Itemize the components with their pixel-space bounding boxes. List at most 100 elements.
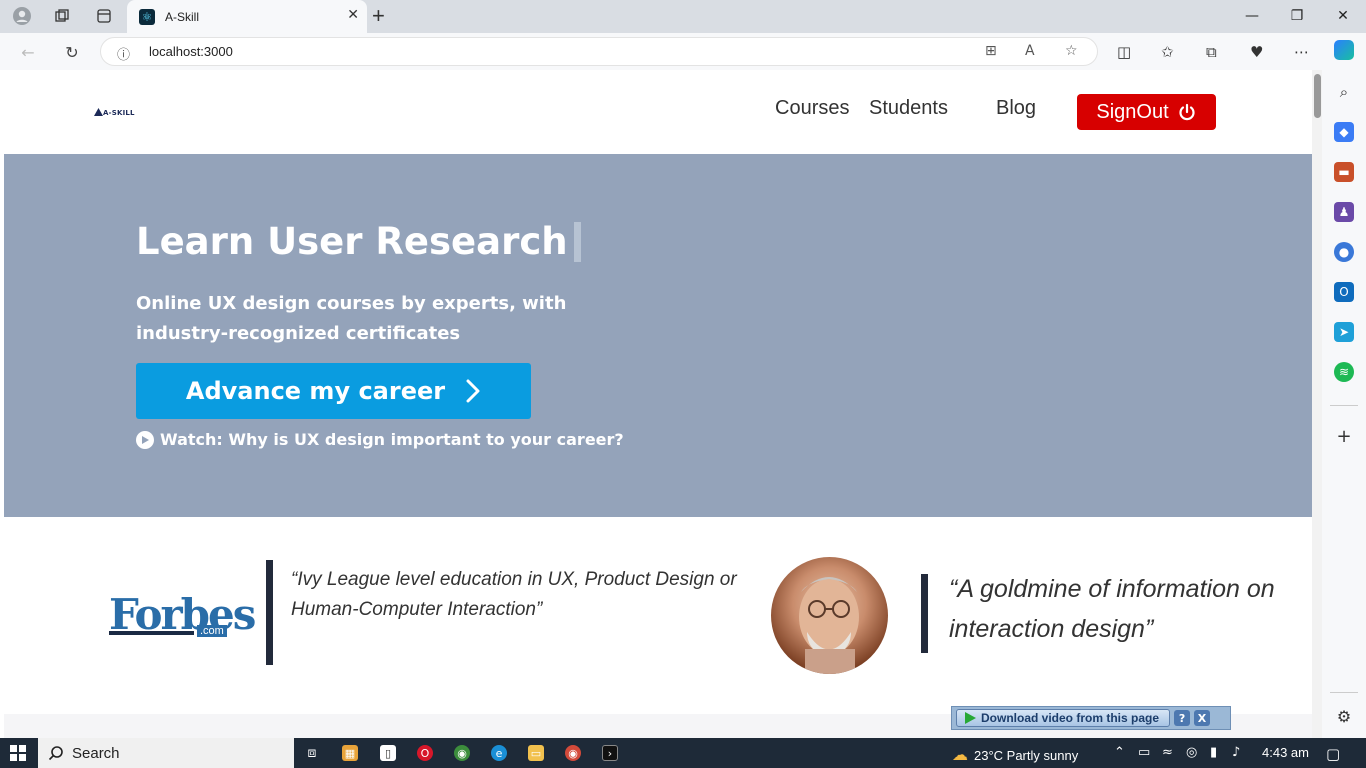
hero-title-text: Learn User Research [136, 220, 568, 263]
browser-tab[interactable]: ⚛ A-Skill ✕ [127, 0, 367, 33]
nav-blog[interactable]: Blog [996, 97, 1036, 120]
sidebar-divider-2 [1330, 692, 1358, 693]
forbes-quote: “Ivy League level education in UX, Produ… [291, 569, 737, 620]
forbes-underline [109, 631, 194, 635]
quote-divider-2 [921, 574, 928, 653]
download-video-bar: Download video from this page ? X [951, 706, 1231, 730]
windows-start-icon[interactable] [10, 745, 26, 765]
search-icon[interactable]: ⌕ [1334, 82, 1354, 102]
download-label: Download video from this page [981, 711, 1160, 725]
battery-icon[interactable]: ▭ [1138, 745, 1150, 760]
browser-toolbar: ← ↻ ⓘ localhost:3000 ⊞ A ☆ ◫ ✩ ⧉ ♥ ⋯ [0, 33, 1366, 70]
signout-button[interactable]: SignOut [1077, 94, 1216, 130]
download-help-icon[interactable]: ? [1174, 710, 1191, 726]
power-icon [1179, 103, 1195, 121]
tab-title: A-Skill [165, 9, 200, 24]
site-info-icon[interactable]: ⓘ [117, 44, 130, 63]
collections-icon[interactable]: ⧉ [1206, 43, 1217, 61]
tray-chevron-up-icon[interactable]: ⌃ [1114, 745, 1125, 760]
opera-icon[interactable]: O [417, 745, 433, 761]
tools-briefcase-icon[interactable]: ▬ [1334, 162, 1354, 182]
press-section: Forbes .com “Ivy League level education … [4, 517, 1312, 717]
wifi-icon[interactable]: ≈ [1162, 745, 1173, 760]
drop-send-icon[interactable]: ➤ [1334, 322, 1354, 342]
location-icon[interactable]: ◎ [1186, 745, 1197, 760]
restore-icon[interactable]: ❐ [1277, 4, 1317, 28]
window-close-icon[interactable]: ✕ [1323, 4, 1363, 28]
edge-sidebar: ⌕ ◆ ▬ ♟ ● O ➤ ≋ + ⚙ [1322, 70, 1366, 738]
file-icon[interactable]: ▯ [380, 745, 396, 761]
quote-divider [266, 560, 273, 665]
forbes-com: .com [197, 625, 227, 637]
games-icon[interactable]: ♟ [1334, 202, 1354, 222]
terminal-icon[interactable]: › [602, 745, 618, 761]
extensions-icon[interactable]: ♥ [1250, 43, 1263, 61]
watch-video-link[interactable]: Watch: Why is UX design important to you… [136, 430, 624, 449]
microsoft365-icon[interactable]: ● [1334, 242, 1354, 262]
new-tab-icon[interactable]: + [372, 3, 385, 29]
app-available-icon[interactable]: ⊞ [985, 43, 997, 59]
notification-icon[interactable]: ▢ [1326, 745, 1340, 763]
profile-icon[interactable] [8, 4, 36, 28]
nav-courses[interactable]: Courses [775, 97, 849, 120]
store-icon[interactable]: ▦ [342, 745, 358, 761]
signout-label: SignOut [1096, 100, 1169, 123]
chevron-right-icon [466, 379, 480, 403]
scrollbar-thumb[interactable] [1314, 74, 1321, 118]
chrome-profile-icon[interactable]: ◉ [565, 745, 581, 761]
expert-avatar [771, 557, 888, 674]
edge-icon[interactable]: e [491, 745, 507, 761]
hero-subtitle: Online UX design courses by experts, wit… [136, 293, 567, 344]
more-menu-icon[interactable]: ⋯ [1294, 43, 1309, 61]
react-favicon-icon: ⚛ [139, 8, 155, 25]
weather-widget[interactable]: ☁ 23°C Partly sunny [952, 745, 1078, 765]
taskbar-search[interactable]: Search [38, 738, 294, 768]
nav-students[interactable]: Students [869, 97, 948, 120]
favorites-icon[interactable]: ✩ [1161, 43, 1174, 61]
taskbar-clock[interactable]: 4:43 am [1262, 745, 1309, 760]
sidebar-settings-icon[interactable]: ⚙ [1334, 706, 1354, 726]
tab-actions-icon[interactable] [90, 4, 118, 28]
file-explorer-icon[interactable]: ▭ [528, 745, 544, 761]
download-video-button[interactable]: Download video from this page [956, 709, 1171, 727]
split-screen-icon[interactable]: ◫ [1117, 43, 1131, 61]
task-view-icon[interactable]: ⧈ [304, 745, 320, 761]
site-logo[interactable]: A-SKILL [94, 108, 135, 117]
site-navbar: A-SKILL Courses Students Blog SignOut [4, 70, 1312, 154]
favorite-star-icon[interactable]: ☆ [1065, 43, 1078, 59]
address-bar[interactable]: ⓘ localhost:3000 ⊞ A ☆ [100, 37, 1098, 66]
typing-cursor [573, 222, 581, 262]
advance-career-button[interactable]: Advance my career [136, 363, 531, 419]
expert-quote: “A goldmine of information on interactio… [949, 575, 1275, 643]
page-viewport: A-SKILL Courses Students Blog SignOut Le… [4, 70, 1312, 738]
read-aloud-icon[interactable]: A [1025, 43, 1035, 59]
add-sidebar-app-icon[interactable]: + [1334, 426, 1354, 447]
volume-icon[interactable]: ♪ [1232, 745, 1240, 760]
browser-titlebar: ⚛ A-Skill ✕ + — ❐ ✕ [0, 0, 1366, 33]
cta-label: Advance my career [185, 377, 446, 405]
taskbar-search-icon [48, 746, 63, 761]
play-icon [136, 430, 154, 449]
logo-text: A-SKILL [103, 109, 135, 117]
page-scrollbar[interactable] [1312, 70, 1322, 738]
workspaces-icon[interactable] [48, 4, 76, 28]
chrome-icon[interactable]: ◉ [454, 745, 470, 761]
watch-label: Watch: Why is UX design important to you… [160, 430, 624, 449]
shopping-tag-icon[interactable]: ◆ [1334, 122, 1354, 142]
windows-taskbar: Search ⧈ ▦ ▯ O ◉ e ▭ ◉ › ☁ 23°C Partly s… [0, 738, 1366, 768]
minimize-icon[interactable]: — [1232, 4, 1272, 28]
sidebar-divider [1330, 405, 1358, 406]
taskbar-search-label: Search [72, 744, 120, 762]
back-icon[interactable]: ← [16, 40, 40, 64]
microphone-icon[interactable]: ▮ [1210, 745, 1217, 760]
partly-sunny-icon: ☁ [952, 747, 968, 764]
url-text[interactable]: localhost:3000 [149, 44, 233, 59]
forbes-logo: Forbes [109, 590, 256, 639]
copilot-icon[interactable] [1334, 40, 1354, 60]
refresh-icon[interactable]: ↻ [60, 40, 84, 64]
outlook-icon[interactable]: O [1334, 282, 1354, 302]
spotify-icon[interactable]: ≋ [1334, 362, 1354, 382]
download-close-icon[interactable]: X [1194, 710, 1211, 726]
play-triangle-icon [965, 712, 976, 724]
tab-close-icon[interactable]: ✕ [347, 7, 359, 23]
